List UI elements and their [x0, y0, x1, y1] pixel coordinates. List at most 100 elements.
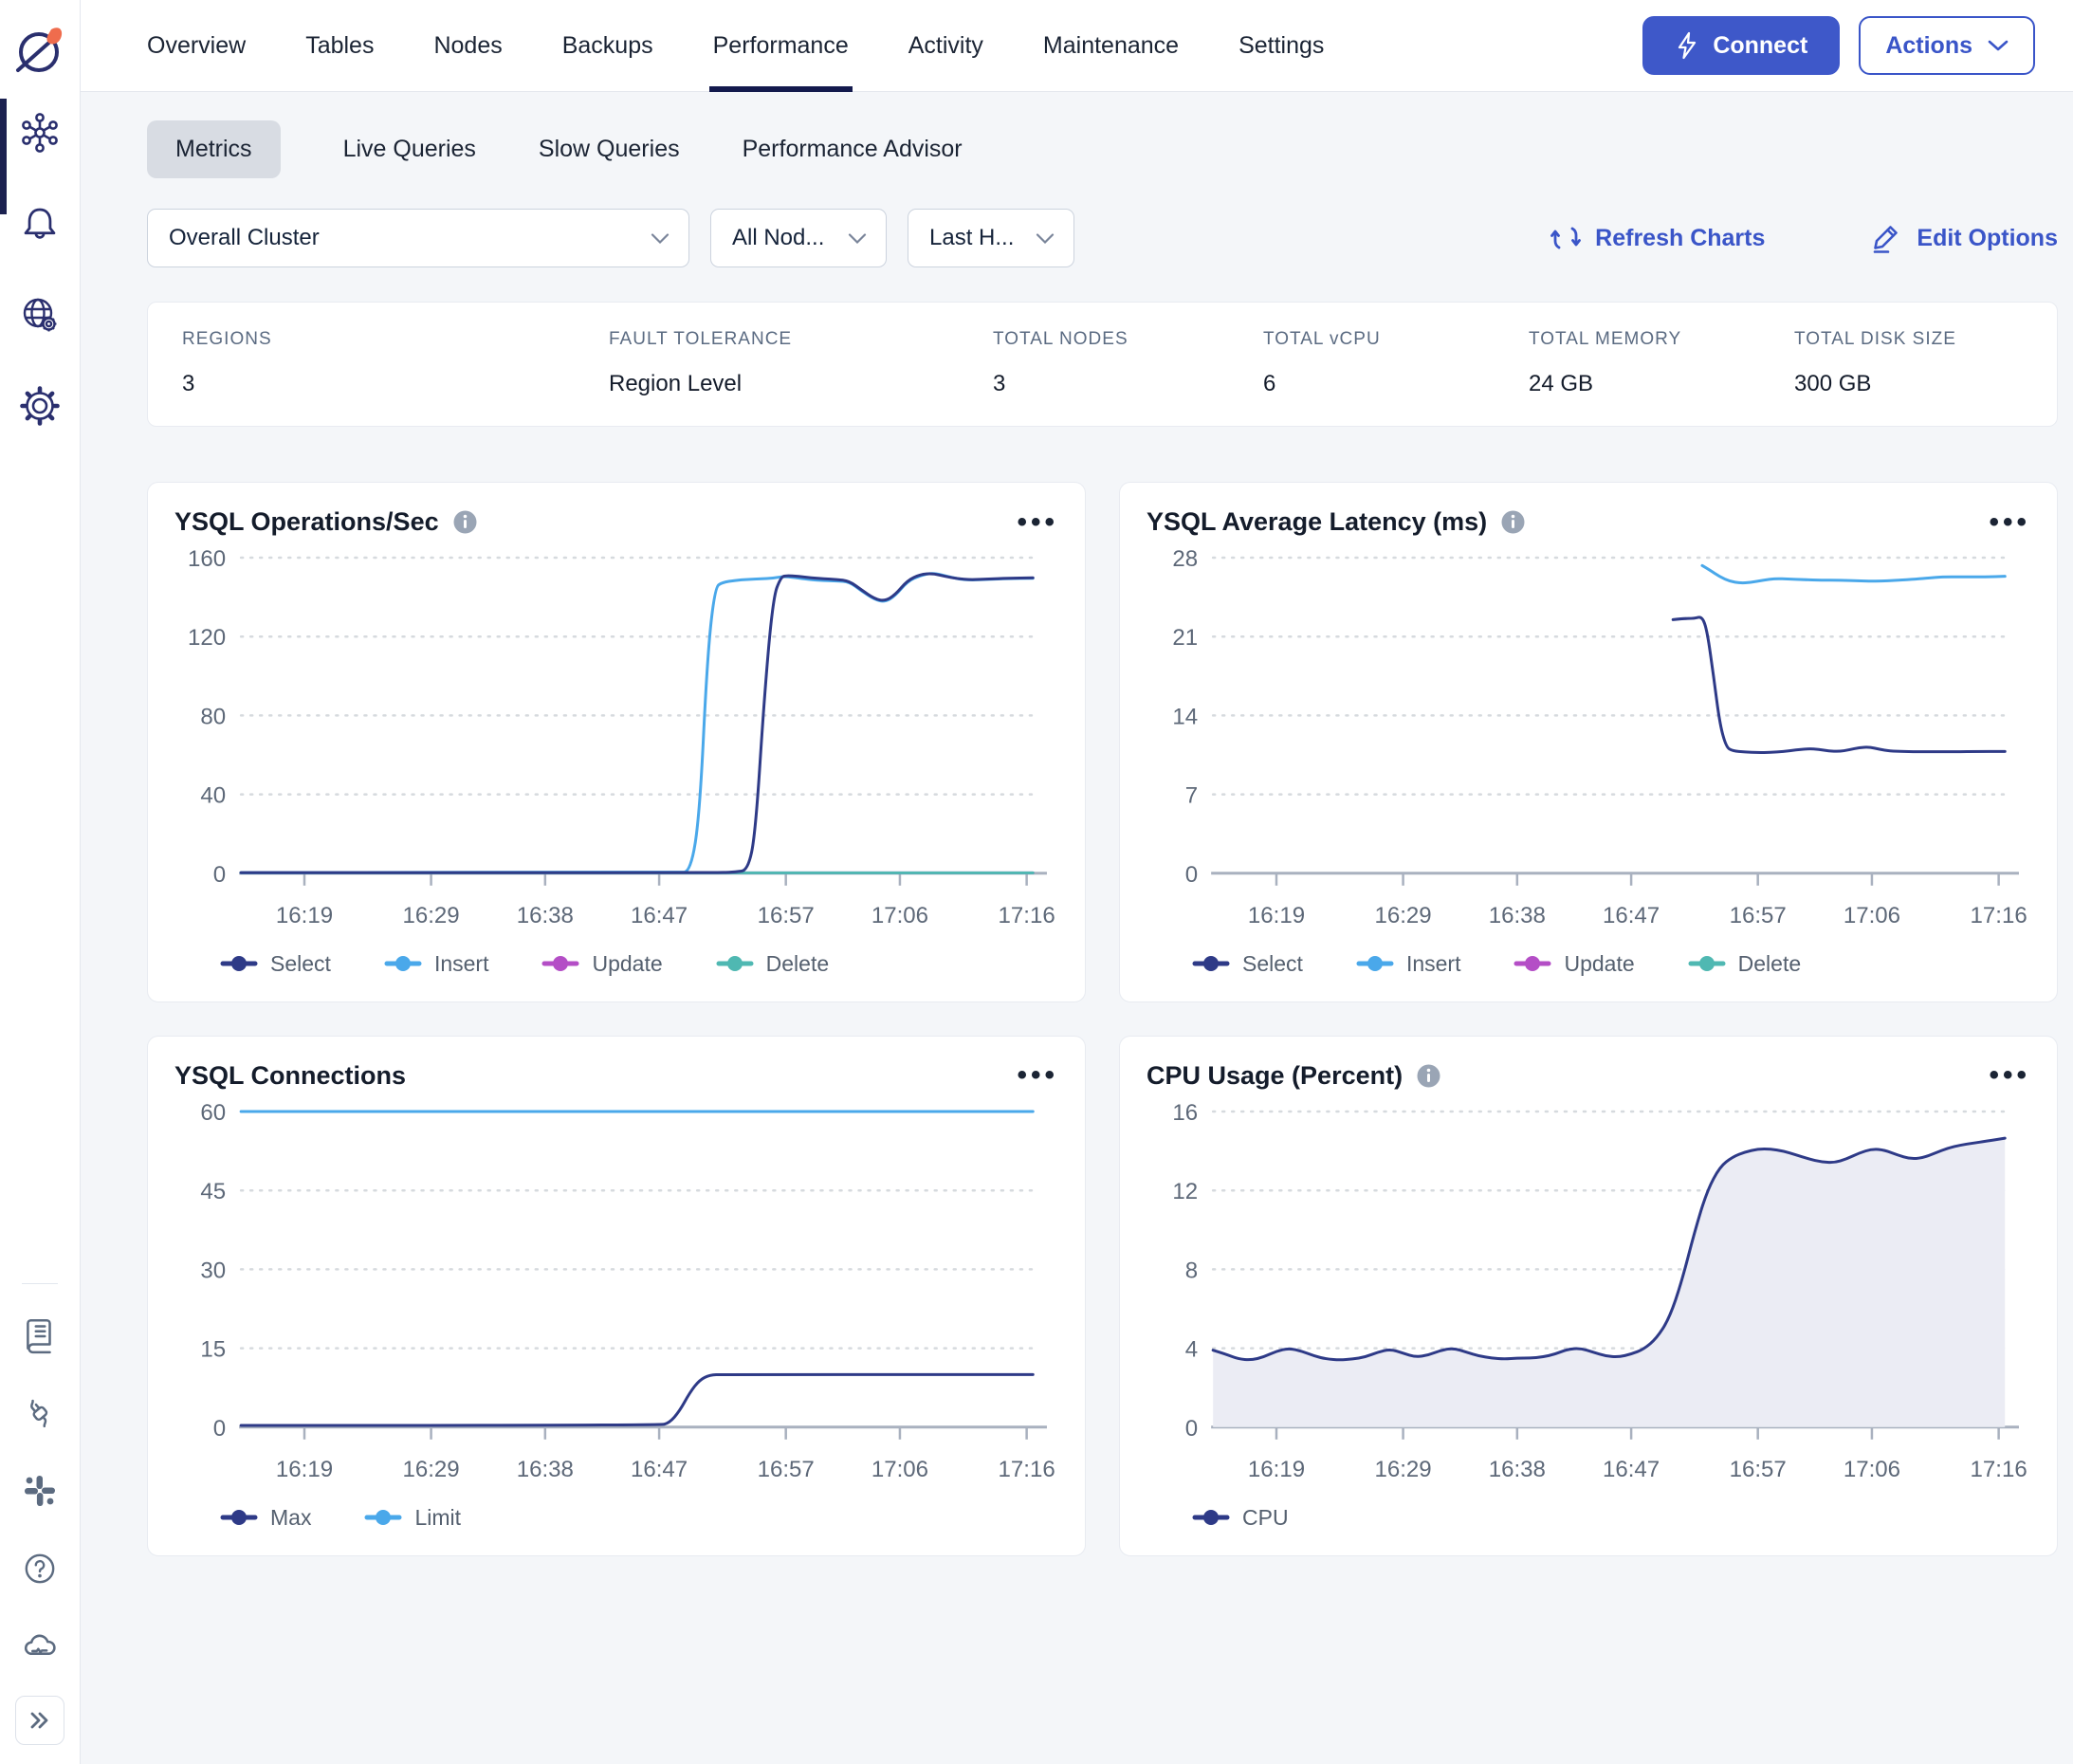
chart-menu-button[interactable]: ••• [1017, 513, 1058, 532]
svg-text:17:16: 17:16 [999, 1457, 1055, 1482]
cloud-status-icon[interactable] [11, 1618, 68, 1675]
legend-item-max[interactable]: Max [220, 1505, 311, 1531]
chart-title: YSQL Connections [174, 1061, 406, 1091]
svg-text:16:38: 16:38 [1489, 903, 1546, 928]
info-icon[interactable] [452, 509, 478, 535]
svg-text:16:38: 16:38 [517, 1457, 574, 1482]
performance-subtabs: Metrics Live Queries Slow Queries Perfor… [147, 120, 2058, 178]
subtab-live-queries[interactable]: Live Queries [343, 120, 476, 178]
legend-item-cpu[interactable]: CPU [1192, 1505, 1289, 1531]
sidebar-active-indicator [0, 99, 7, 214]
svg-text:45: 45 [200, 1179, 226, 1204]
legend-marker [364, 1508, 402, 1527]
svg-text:0: 0 [1185, 862, 1198, 888]
svg-text:15: 15 [200, 1337, 226, 1363]
svg-text:120: 120 [188, 625, 226, 651]
chart-card-ysql-connections: YSQL Connections ••• 01530456016:1916:29… [147, 1036, 1086, 1556]
actions-button[interactable]: Actions [1859, 16, 2035, 75]
slack-icon[interactable] [11, 1462, 68, 1519]
legend-item-insert[interactable]: Insert [384, 951, 489, 977]
region-globe-icon[interactable] [11, 286, 68, 343]
chart-menu-button[interactable]: ••• [1017, 1066, 1058, 1085]
chart-card-ysql-operations: YSQL Operations/Sec ••• 0408012016016:19… [147, 482, 1086, 1002]
docs-book-icon[interactable] [11, 1307, 68, 1364]
chevron-down-icon [1988, 39, 2009, 52]
legend-marker [716, 954, 754, 973]
svg-text:12: 12 [1172, 1179, 1198, 1204]
actions-label: Actions [1885, 32, 1972, 60]
sidebar-divider [22, 1283, 58, 1284]
info-icon[interactable] [1416, 1063, 1441, 1089]
legend-item-select[interactable]: Select [1192, 951, 1303, 977]
sidebar-bottom-group [11, 1283, 68, 1764]
time-range-select[interactable]: Last H... [908, 209, 1074, 267]
ysql-connections-chart: 01530456016:1916:2916:3816:4716:5717:061… [174, 1094, 1058, 1503]
time-range-value: Last H... [929, 225, 1014, 251]
legend-item-update[interactable]: Update [1513, 951, 1634, 977]
tab-backups[interactable]: Backups [562, 0, 653, 91]
legend-item-delete[interactable]: Delete [1688, 951, 1801, 977]
info-icon[interactable] [1500, 509, 1526, 535]
svg-text:16:29: 16:29 [1374, 1457, 1431, 1482]
svg-text:16:57: 16:57 [1730, 1457, 1787, 1482]
stat-label: TOTAL NODES [993, 329, 1263, 350]
connect-button[interactable]: Connect [1642, 16, 1840, 75]
svg-text:16:57: 16:57 [758, 903, 815, 928]
tab-maintenance[interactable]: Maintenance [1043, 0, 1179, 91]
svg-text:16:29: 16:29 [402, 903, 459, 928]
chart-menu-button[interactable]: ••• [1989, 1066, 2030, 1085]
legend-marker [1192, 954, 1230, 973]
svg-text:28: 28 [1172, 546, 1198, 572]
chart-title: YSQL Average Latency (ms) [1147, 507, 1487, 537]
legend-marker [1356, 954, 1394, 973]
charts-grid: YSQL Operations/Sec ••• 0408012016016:19… [147, 482, 2058, 1556]
tab-nodes[interactable]: Nodes [433, 0, 502, 91]
edit-options-label: Edit Options [1917, 225, 2058, 252]
subtab-slow-queries[interactable]: Slow Queries [539, 120, 680, 178]
cluster-select[interactable]: Overall Cluster [147, 209, 689, 267]
cpu-usage-chart: 048121616:1916:2916:3816:4716:5717:0617:… [1147, 1094, 2030, 1503]
legend-item-select[interactable]: Select [220, 951, 331, 977]
svg-text:17:06: 17:06 [871, 1457, 928, 1482]
tab-overview[interactable]: Overview [147, 0, 246, 91]
notifications-bell-icon[interactable] [11, 195, 68, 252]
subtab-performance-advisor[interactable]: Performance Advisor [743, 120, 963, 178]
legend-item-insert[interactable]: Insert [1356, 951, 1461, 977]
svg-text:0: 0 [1185, 1416, 1198, 1442]
expand-sidebar-button[interactable] [15, 1696, 64, 1745]
cluster-hub-icon[interactable] [11, 104, 68, 161]
yugabyte-logo[interactable] [10, 9, 69, 91]
legend-item-update[interactable]: Update [541, 951, 662, 977]
stat-total-vcpu: TOTAL vCPU 6 [1263, 329, 1529, 397]
cluster-select-value: Overall Cluster [169, 225, 320, 251]
ysql-latency-chart: 0714212816:1916:2916:3816:4716:5717:0617… [1147, 541, 2030, 949]
svg-text:17:06: 17:06 [1844, 1457, 1900, 1482]
tab-performance[interactable]: Performance [713, 0, 849, 91]
sidebar [0, 0, 81, 1764]
svg-text:17:16: 17:16 [1971, 903, 2027, 928]
nodes-select[interactable]: All Nod... [710, 209, 887, 267]
legend-marker [1513, 954, 1551, 973]
svg-text:4: 4 [1185, 1337, 1198, 1363]
chevron-down-icon [651, 232, 670, 245]
refresh-charts-button[interactable]: Refresh Charts [1550, 222, 1765, 254]
top-navigation-bar: Overview Tables Nodes Backups Performanc… [81, 0, 2073, 92]
svg-text:14: 14 [1172, 704, 1198, 729]
help-icon[interactable] [11, 1540, 68, 1597]
subtab-metrics[interactable]: Metrics [147, 120, 281, 178]
stat-value: 300 GB [1794, 371, 2057, 397]
legend-item-limit[interactable]: Limit [364, 1505, 461, 1531]
tab-tables[interactable]: Tables [305, 0, 374, 91]
stat-value: Region Level [609, 371, 993, 397]
settings-gear-icon[interactable] [11, 377, 68, 434]
chart-legend: CPU [1192, 1505, 2030, 1531]
integrations-plug-icon[interactable] [11, 1385, 68, 1442]
legend-item-delete[interactable]: Delete [716, 951, 829, 977]
edit-options-button[interactable]: Edit Options [1869, 221, 2058, 255]
tab-settings[interactable]: Settings [1238, 0, 1324, 91]
tab-activity[interactable]: Activity [908, 0, 983, 91]
chart-title: CPU Usage (Percent) [1147, 1061, 1403, 1091]
chevron-down-icon [848, 232, 867, 245]
stat-value: 3 [993, 371, 1263, 397]
chart-menu-button[interactable]: ••• [1989, 513, 2030, 532]
